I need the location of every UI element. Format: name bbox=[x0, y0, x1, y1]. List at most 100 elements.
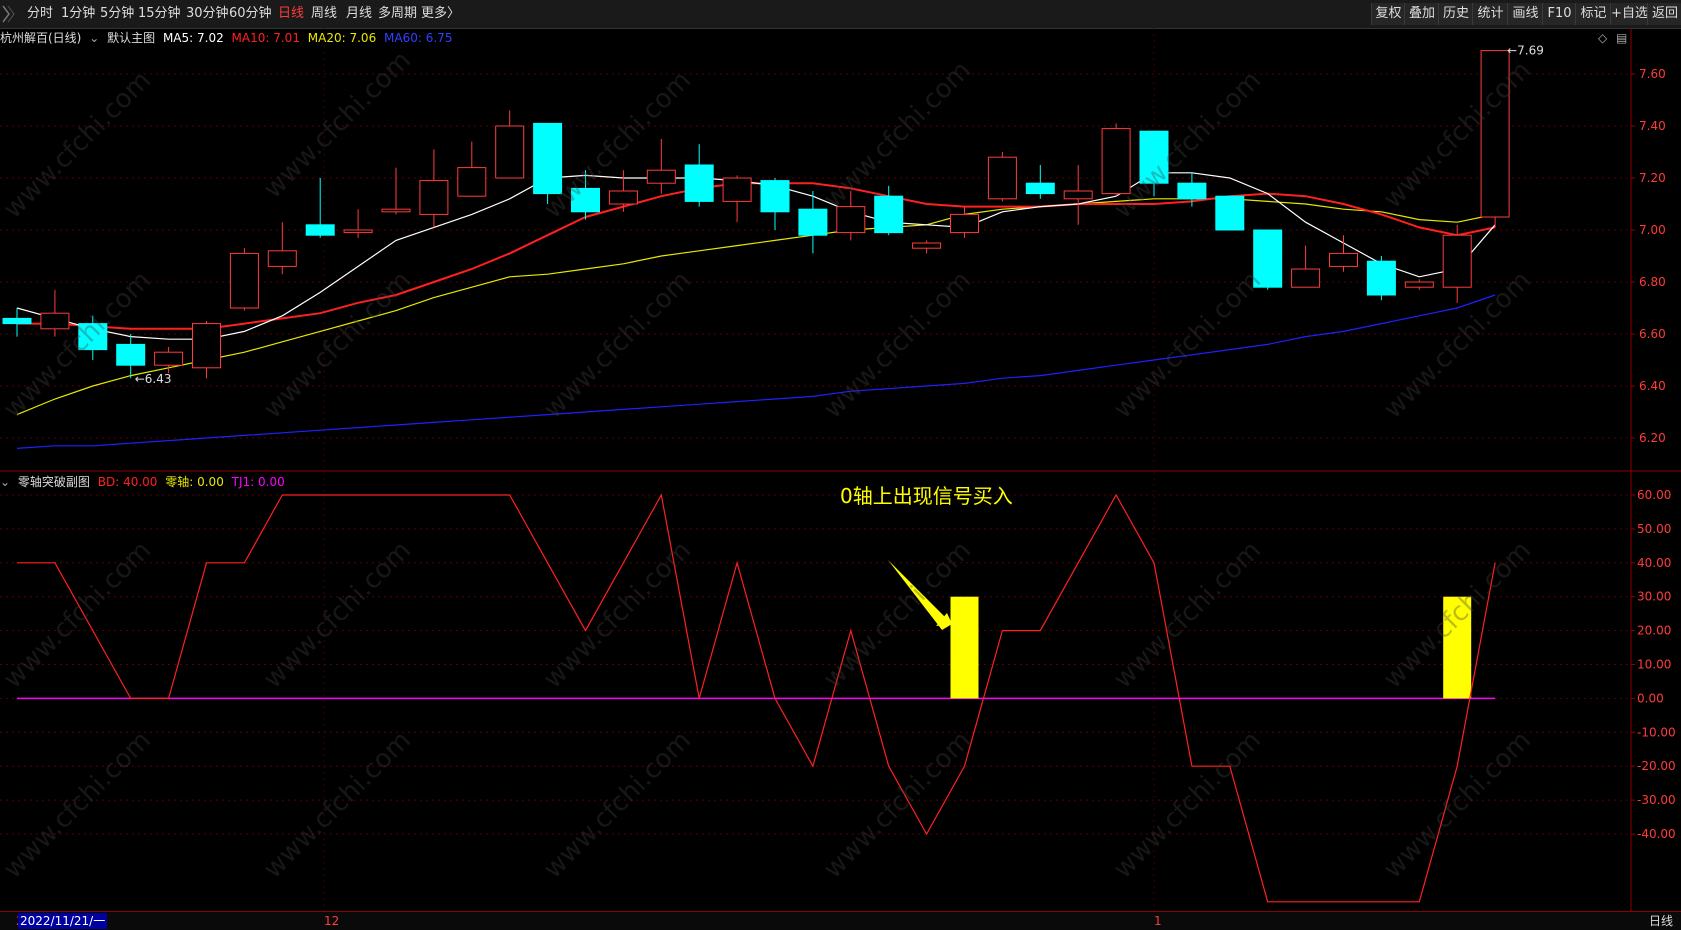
candle bbox=[1291, 245, 1321, 288]
main-y-tick-label: 6.60 bbox=[1639, 327, 1666, 341]
month-label-1: 1 bbox=[1154, 914, 1162, 928]
candle bbox=[495, 110, 525, 179]
period-toolbar: 分时 1分钟 5分钟 15分钟 30分钟 60分钟 日线 周线 月线 多周期 更多〉 复权 叠加 历史统… bbox=[0, 0, 1681, 29]
toolbar-button-8[interactable]: 返回 bbox=[1647, 3, 1681, 25]
candle-body bbox=[1404, 281, 1434, 288]
sub-y-tick-label: -30.00 bbox=[1637, 793, 1676, 807]
chevron-down-icon[interactable]: ⌄ bbox=[89, 31, 99, 45]
candle-body bbox=[646, 169, 676, 184]
period-tab-10[interactable]: 更多〉 bbox=[421, 0, 460, 28]
candle bbox=[722, 175, 752, 223]
candle-body bbox=[154, 351, 184, 366]
main-y-tick-label: 7.20 bbox=[1639, 171, 1666, 185]
sub-y-tick-label: 20.00 bbox=[1637, 624, 1671, 638]
candle-body bbox=[608, 190, 638, 205]
candle-body bbox=[2, 317, 32, 325]
candle-body bbox=[798, 208, 828, 236]
ma60-line bbox=[16, 294, 1496, 449]
chart-name[interactable]: 默认主图 bbox=[107, 31, 155, 45]
diamond-icon[interactable]: ◇ bbox=[1598, 31, 1607, 45]
candle-body bbox=[1291, 268, 1321, 288]
toolbar-button-7[interactable]: +自选 bbox=[1610, 3, 1648, 25]
main-chart-legend: 杭州解百(日线) ⌄ 默认主图 MA5: 7.02 MA10: 7.01 MA2… bbox=[0, 29, 456, 47]
menu-corner-icon[interactable] bbox=[0, 0, 20, 28]
sub-y-tick-label: 30.00 bbox=[1637, 590, 1671, 604]
period-tab-1[interactable]: 1分钟 bbox=[61, 0, 95, 28]
candle bbox=[343, 209, 373, 238]
candle-body bbox=[987, 156, 1017, 200]
candle bbox=[912, 240, 942, 254]
toolbar-button-3[interactable]: 统计 bbox=[1472, 3, 1508, 25]
min-price-label: ←6.43 bbox=[135, 372, 172, 386]
window-icon[interactable]: ▤ bbox=[1616, 31, 1627, 45]
ma60-legend: MA60: 6.75 bbox=[384, 31, 453, 45]
tj1-legend: TJ1: 0.00 bbox=[231, 475, 285, 489]
sub-chart-legend: ⌄ 零轴突破副图 BD: 40.00 零轴: 0.00 TJ1: 0.00 bbox=[0, 473, 289, 491]
ma5-legend: MA5: 7.02 bbox=[162, 31, 224, 45]
period-indicator[interactable]: 日线 bbox=[1649, 913, 1673, 929]
toolbar-button-0[interactable]: 复权 bbox=[1371, 3, 1405, 25]
main-y-tick-label: 6.80 bbox=[1639, 275, 1666, 289]
candle-body bbox=[1177, 182, 1207, 200]
candle bbox=[1366, 256, 1396, 301]
sub-y-tick-label: 10.00 bbox=[1637, 658, 1671, 672]
period-tab-8[interactable]: 月线 bbox=[346, 0, 372, 28]
candle bbox=[192, 321, 221, 379]
candle bbox=[229, 248, 259, 311]
candle bbox=[2, 308, 32, 337]
candle-body bbox=[343, 229, 373, 234]
main-y-tick-label: 7.40 bbox=[1639, 119, 1666, 133]
candle-body bbox=[116, 343, 146, 366]
month-label-12: 12 bbox=[324, 914, 340, 928]
zero-legend: 零轴: 0.00 bbox=[165, 475, 224, 489]
toolbar-button-4[interactable]: 画线 bbox=[1507, 3, 1543, 25]
sub-y-tick-label: -40.00 bbox=[1637, 827, 1676, 841]
candle bbox=[987, 152, 1017, 202]
candle-body bbox=[267, 250, 297, 267]
period-tab-3[interactable]: 15分钟 bbox=[138, 0, 181, 28]
chevron-down-icon[interactable]: ⌄ bbox=[0, 475, 10, 489]
date-axis-bar: 20 2022/11/21/一 12 1 日线 bbox=[0, 911, 1681, 930]
period-tab-6[interactable]: 日线 bbox=[278, 0, 304, 28]
sub-y-tick-label: 60.00 bbox=[1637, 488, 1671, 502]
indicator-title[interactable]: 零轴突破副图 bbox=[18, 475, 90, 489]
sub-y-tick-label: 50.00 bbox=[1637, 522, 1671, 536]
stock-title[interactable]: 杭州解百(日线) bbox=[0, 31, 81, 45]
candle bbox=[267, 222, 297, 275]
ma20-legend: MA20: 7.06 bbox=[307, 31, 377, 45]
main-y-tick-label: 7.60 bbox=[1639, 67, 1666, 81]
candle bbox=[381, 167, 411, 215]
bd-legend: BD: 40.00 bbox=[97, 475, 158, 489]
sub-y-tick-label: -10.00 bbox=[1637, 725, 1676, 739]
candle bbox=[1025, 165, 1055, 199]
candle-body bbox=[1366, 260, 1396, 296]
period-tab-5[interactable]: 60分钟 bbox=[229, 0, 272, 28]
candle bbox=[646, 139, 676, 194]
period-tab-0[interactable]: 分时 bbox=[27, 0, 53, 28]
candle-body bbox=[419, 180, 449, 215]
candle-body bbox=[1442, 234, 1472, 288]
period-tab-2[interactable]: 5分钟 bbox=[100, 0, 134, 28]
toolbar-button-2[interactable]: 历史 bbox=[1438, 3, 1473, 25]
toolbar-button-5[interactable]: F10 bbox=[1542, 3, 1576, 25]
candle-body bbox=[192, 323, 221, 369]
candle bbox=[457, 141, 487, 197]
period-tab-4[interactable]: 30分钟 bbox=[186, 0, 229, 28]
candle-body bbox=[1063, 190, 1093, 200]
toolbar-button-6[interactable]: 标记 bbox=[1575, 3, 1611, 25]
toolbar-button-1[interactable]: 叠加 bbox=[1404, 3, 1439, 25]
candle bbox=[1442, 224, 1472, 303]
candle-body bbox=[495, 125, 525, 179]
max-price-label: ←7.69 bbox=[1507, 44, 1544, 58]
period-tab-9[interactable]: 多周期 bbox=[378, 0, 417, 28]
candle bbox=[305, 178, 335, 238]
candle-body bbox=[1215, 195, 1245, 231]
candle bbox=[419, 149, 449, 228]
cursor-date: 2022/11/21/一 bbox=[18, 913, 108, 929]
period-tab-7[interactable]: 周线 bbox=[311, 0, 337, 28]
signal-bar bbox=[950, 596, 979, 699]
candle bbox=[1329, 235, 1358, 272]
candle bbox=[760, 178, 790, 230]
candle bbox=[1215, 195, 1245, 231]
candle bbox=[608, 170, 638, 212]
